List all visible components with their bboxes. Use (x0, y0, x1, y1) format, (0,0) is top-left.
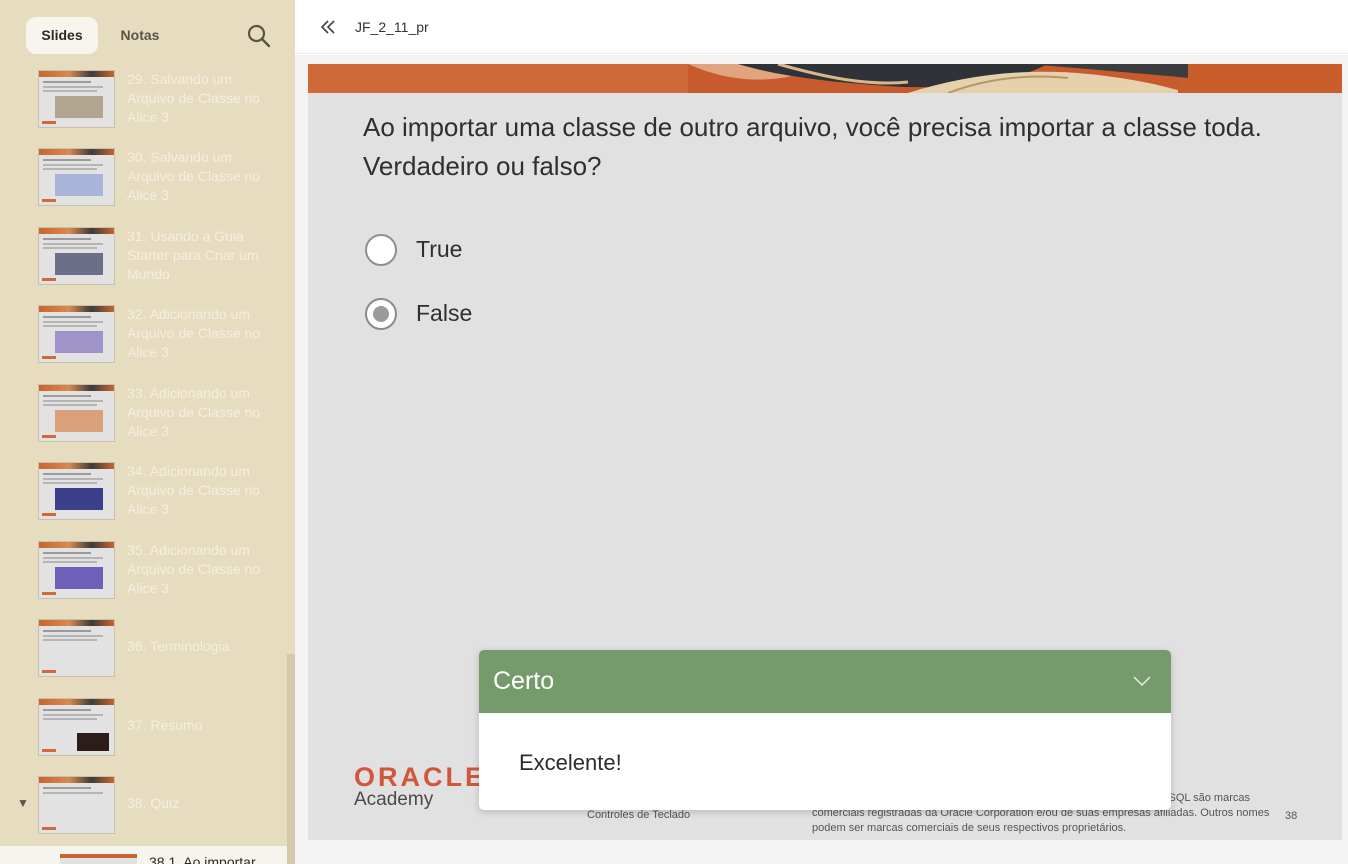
chevron-down-icon[interactable] (1131, 674, 1153, 688)
sub-slide-item[interactable]: 38.1. Ao importar (0, 846, 287, 864)
feedback-header[interactable]: Certo (479, 650, 1171, 713)
slide-item-29[interactable]: 29. Salvando um Arquivo de Classe no Ali… (0, 70, 287, 148)
document-title: JF_2_11_pr (355, 19, 429, 35)
slide-thumbnail (38, 698, 115, 756)
slide-banner-image (308, 64, 1342, 93)
keyboard-controls-label: Controles de Teclado (587, 809, 691, 821)
slide-item-32[interactable]: 32. Adicionando um Arquivo de Classe no … (0, 305, 287, 383)
slide-item-33[interactable]: 33. Adicionando um Arquivo de Classe no … (0, 384, 287, 462)
slide-item-label: 29. Salvando um Arquivo de Classe no Ali… (127, 71, 261, 125)
slide-item-label: 38. Quiz (127, 795, 180, 811)
slide-thumbnail (38, 541, 115, 599)
slide-thumbnail (38, 70, 115, 128)
sidebar-header: Slides Notas (0, 0, 295, 70)
option-false[interactable]: False (363, 295, 503, 335)
slide-thumbnail (60, 854, 137, 864)
slide-item-label: 37. Resumo (127, 717, 203, 733)
slide-sidebar: 29. Salvando um Arquivo de Classe no Ali… (0, 0, 295, 864)
slide-item-38[interactable]: ▼ 38. Quiz (0, 776, 287, 854)
slide-item-label: 30. Salvando um Arquivo de Classe no Ali… (127, 149, 261, 203)
radio-true[interactable] (365, 234, 397, 266)
academy-label: Academy (354, 789, 434, 810)
option-label-false: False (416, 300, 473, 326)
slide-thumbnail (38, 305, 115, 363)
slide-item-31[interactable]: 31. Usando a Guia Starter para Criar um … (0, 227, 287, 305)
slide-thumbnail (38, 619, 115, 677)
slide-item-label: 32. Adicionando um Arquivo de Classe no … (127, 306, 261, 360)
slide-item-36[interactable]: 36. Terminologia (0, 619, 287, 697)
quiz-question: Ao importar uma classe de outro arquivo,… (363, 112, 1262, 181)
feedback-title: Certo (493, 667, 555, 695)
search-icon[interactable] (246, 23, 272, 49)
feedback-message: Excelente! (519, 750, 622, 775)
slide-item-label: 34. Adicionando um Arquivo de Classe no … (127, 463, 261, 517)
page-number: 38 (1285, 810, 1298, 822)
slide-item-37[interactable]: 37. Resumo (0, 698, 287, 776)
copyright-body: comerciais registradas da Oracle Corpora… (812, 807, 1270, 834)
double-chevron-left-icon[interactable] (317, 16, 339, 38)
slide-item-34[interactable]: 34. Adicionando um Arquivo de Classe no … (0, 462, 287, 540)
slide-thumbnail (38, 148, 115, 206)
slide-thumbnail (38, 776, 115, 834)
slide-thumbnail (38, 384, 115, 442)
radio-false[interactable] (365, 298, 397, 330)
feedback-panel: Certo Excelente! (479, 650, 1171, 810)
slide-item-30[interactable]: 30. Salvando um Arquivo de Classe no Ali… (0, 148, 287, 226)
slide-list[interactable]: 29. Salvando um Arquivo de Classe no Ali… (0, 70, 287, 864)
expand-arrow-icon[interactable]: ▼ (17, 796, 29, 810)
sub-slide-label: 38.1. Ao importar (149, 854, 256, 864)
sidebar-scrollbar[interactable] (287, 654, 295, 864)
tab-notes[interactable]: Notas (104, 17, 176, 54)
tab-slides[interactable]: Slides (26, 17, 98, 54)
slide-thumbnail (38, 462, 115, 520)
slide-item-label: 35. Adicionando um Arquivo de Classe no … (127, 542, 261, 596)
option-label-true: True (416, 236, 463, 262)
top-bar: JF_2_11_pr (295, 0, 1348, 54)
slide-item-label: 33. Adicionando um Arquivo de Classe no … (127, 385, 261, 439)
option-true[interactable]: True (363, 231, 503, 271)
slide-thumbnail (38, 227, 115, 285)
slide-item-label: 31. Usando a Guia Starter para Criar um … (127, 228, 259, 282)
slide-item-label: 36. Terminologia (127, 638, 230, 654)
slide-item-35[interactable]: 35. Adicionando um Arquivo de Classe no … (0, 541, 287, 619)
